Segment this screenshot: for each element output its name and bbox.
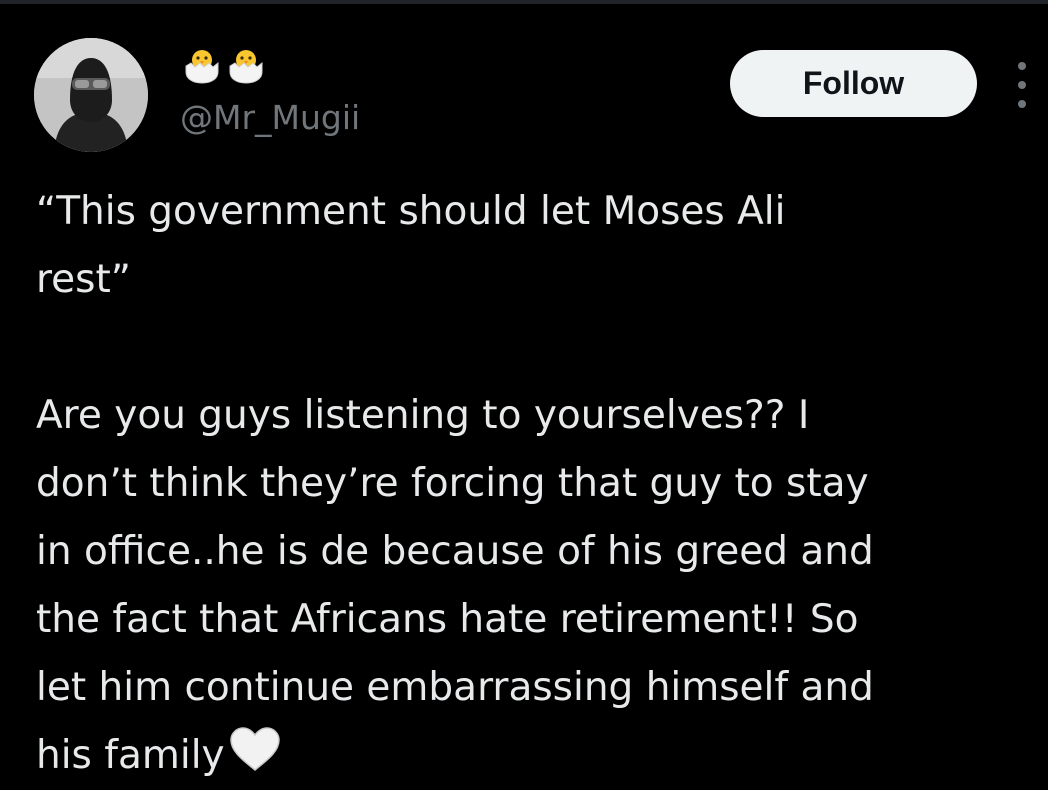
follow-button[interactable]: Follow bbox=[730, 50, 977, 117]
tweet-line: in office..he is de because of his greed… bbox=[36, 529, 874, 574]
tweet-line: “This government should let Moses Ali bbox=[36, 189, 786, 234]
tweet-last-line: his family bbox=[36, 722, 1036, 790]
tweet-line: rest” bbox=[36, 257, 131, 302]
white-heart-icon bbox=[229, 727, 280, 771]
tweet-line: the fact that Africans hate retirement!!… bbox=[36, 597, 859, 642]
hatching-chick-icon bbox=[229, 50, 263, 84]
avatar-photo-icon bbox=[34, 38, 148, 152]
top-divider bbox=[0, 0, 1048, 4]
more-options-icon[interactable] bbox=[1010, 62, 1034, 108]
hatching-chick-icon bbox=[185, 50, 219, 84]
tweet-line: let him continue embarrassing himself an… bbox=[36, 665, 874, 710]
tweet-text: “This government should let Moses Ali re… bbox=[36, 178, 1036, 790]
tweet-line: his family bbox=[36, 733, 225, 778]
user-handle[interactable]: @Mr_Mugii bbox=[180, 96, 360, 140]
tweet-line: Are you guys listening to yourselves?? I bbox=[36, 393, 810, 438]
avatar[interactable] bbox=[34, 38, 148, 152]
display-name[interactable] bbox=[182, 44, 266, 88]
tweet-line: don’t think they’re forcing that guy to … bbox=[36, 461, 869, 506]
